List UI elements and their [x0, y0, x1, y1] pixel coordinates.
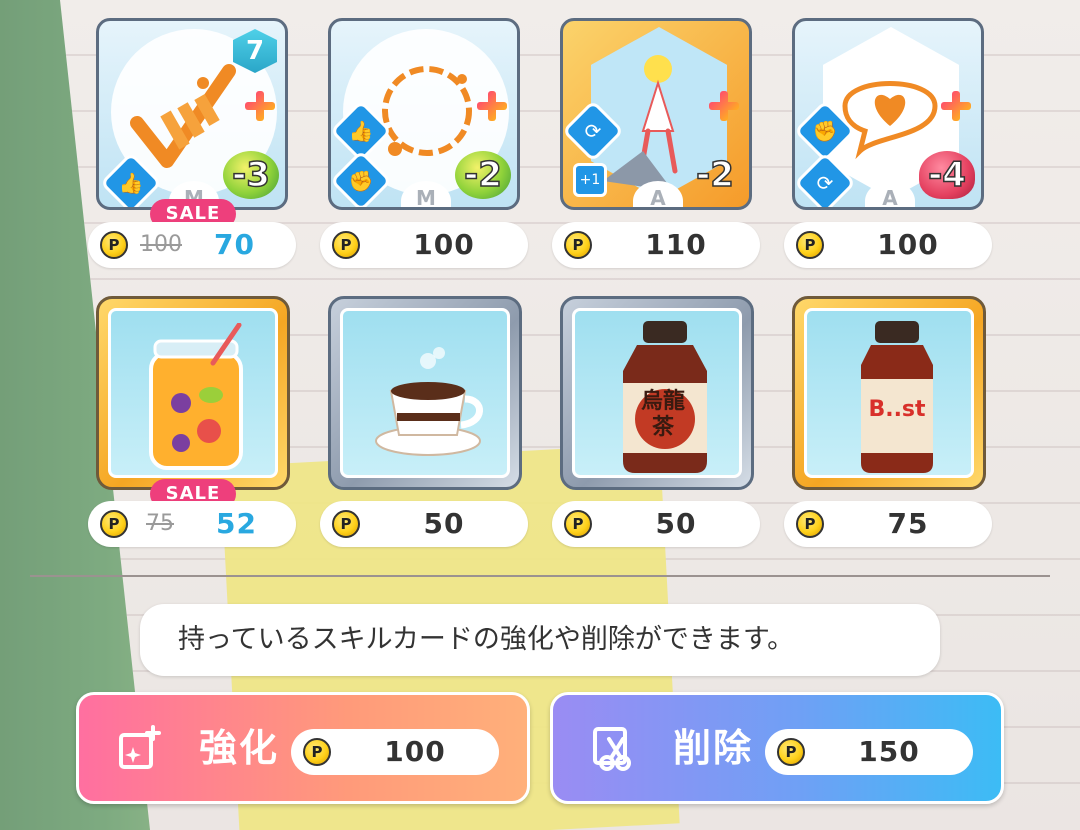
- p-coin-icon: P: [332, 510, 360, 538]
- price-value: 100: [877, 228, 939, 261]
- price-tag-drink-2: P 50: [320, 501, 528, 547]
- section-divider: [30, 575, 1050, 577]
- skill-card-1[interactable]: 7 👍 M -3: [96, 18, 288, 210]
- sale-price: 70: [214, 228, 255, 261]
- delete-card-icon: [593, 727, 631, 771]
- enhance-card-icon: [119, 725, 161, 769]
- enhance-price-tag: P 100: [291, 729, 499, 775]
- enhanced-plus-icon: [709, 91, 739, 121]
- item-frame: [340, 308, 510, 478]
- price-tag-skill-4: P 100: [784, 222, 992, 268]
- original-price: 75: [146, 511, 174, 536]
- enhance-label: 強化: [199, 726, 280, 770]
- p-coin-icon: P: [100, 510, 128, 538]
- price-tag-drink-3: P 50: [552, 501, 760, 547]
- delete-button[interactable]: 削除 P 150: [550, 692, 1004, 804]
- drink-item-2[interactable]: [328, 296, 522, 490]
- item-frame: 烏龍茶: [572, 308, 742, 478]
- price-tag-skill-2: P 100: [320, 222, 528, 268]
- enhance-price: 100: [384, 735, 446, 768]
- enhanced-plus-icon: [477, 91, 507, 121]
- coffee-cup-icon: [375, 347, 483, 456]
- skill-card-2[interactable]: 👍 ✊ M -2: [328, 18, 520, 210]
- price-tag-skill-1: P 100 70: [88, 222, 296, 268]
- item-frame: [108, 308, 278, 478]
- plus-one-icon: +1: [573, 163, 607, 197]
- p-coin-icon: P: [796, 510, 824, 538]
- fist-cost-badge: -2: [695, 154, 734, 196]
- p-coin-icon: P: [777, 738, 805, 766]
- drink-item-1[interactable]: [96, 296, 290, 490]
- bottle-label-text: 烏龍茶: [640, 389, 685, 440]
- heart-speech-bubble-icon: [842, 81, 938, 160]
- price-value: 50: [423, 507, 465, 540]
- p-coin-icon: P: [796, 231, 824, 259]
- stamina-cost-badge: -2: [455, 151, 511, 199]
- delete-label: 削除: [673, 726, 754, 770]
- price-value: 110: [645, 228, 707, 261]
- stamina-cost-badge: -3: [223, 151, 279, 199]
- enhance-button[interactable]: 強化 P 100: [76, 692, 530, 804]
- drink-item-4[interactable]: B..st: [792, 296, 986, 490]
- delete-price-tag: P 150: [765, 729, 973, 775]
- price-tag-drink-4: P 75: [784, 501, 992, 547]
- skill-card-4[interactable]: ✊ ⟳ A -4: [792, 18, 984, 210]
- description-message: 持っているスキルカードの強化や削除ができます。: [140, 604, 940, 676]
- enhanced-plus-icon: [941, 91, 971, 121]
- delete-price: 150: [858, 735, 920, 768]
- enhanced-plus-icon: [245, 91, 275, 121]
- skill-card-3[interactable]: ⟳ +1 -2 A: [560, 18, 752, 210]
- p-coin-icon: P: [564, 231, 592, 259]
- item-frame: B..st: [804, 308, 974, 478]
- p-coin-icon: P: [303, 738, 331, 766]
- price-value: 75: [887, 507, 929, 540]
- bottle-label-text: B..st: [868, 397, 926, 422]
- price-tag-skill-3: P 110: [552, 222, 760, 268]
- price-value: 100: [413, 228, 475, 261]
- price-tag-drink-1: P 75 52: [88, 501, 296, 547]
- sale-price: 52: [216, 507, 257, 540]
- heart-cost-badge: -4: [919, 151, 975, 199]
- p-coin-icon: P: [564, 510, 592, 538]
- xylophone-check-icon: [130, 64, 236, 168]
- price-value: 50: [655, 507, 697, 540]
- original-price: 100: [140, 232, 182, 257]
- p-coin-icon: P: [100, 231, 128, 259]
- drink-item-3[interactable]: 烏龍茶: [560, 296, 754, 490]
- p-coin-icon: P: [332, 231, 360, 259]
- fruit-juice-jar-icon: [149, 323, 243, 470]
